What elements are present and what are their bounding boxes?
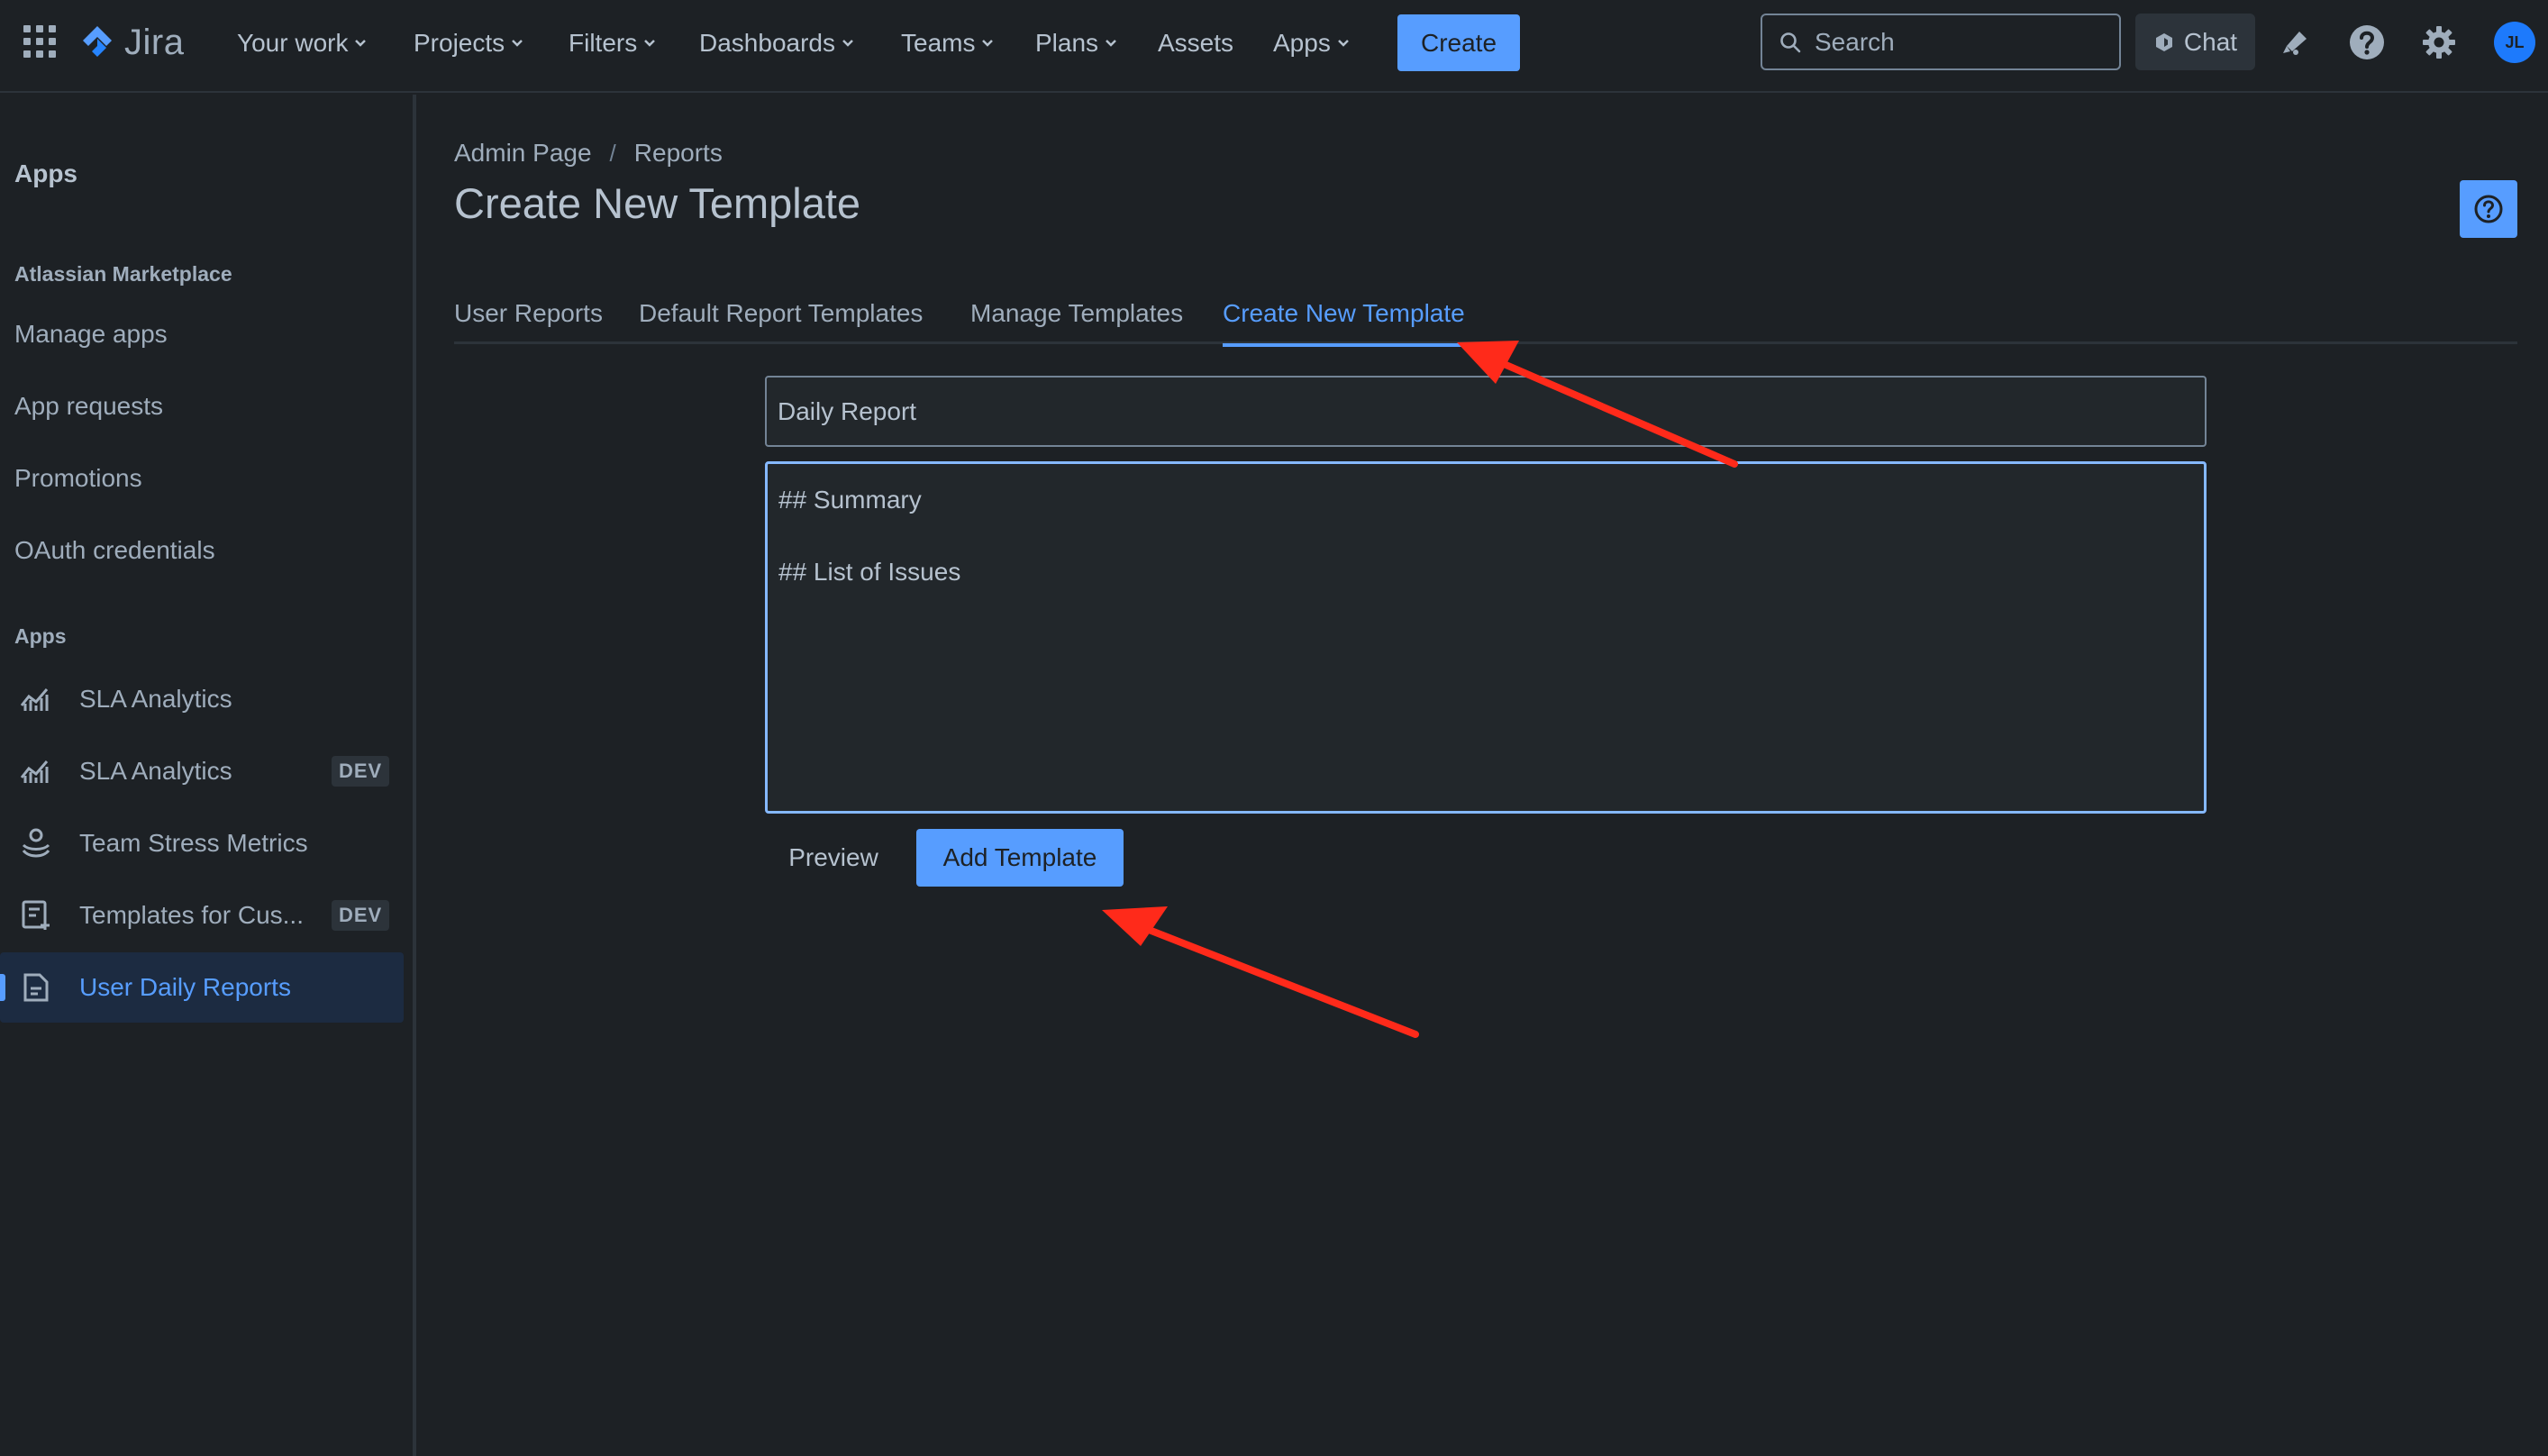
nav-label: Apps [1273, 29, 1331, 57]
settings-icon[interactable] [2420, 23, 2458, 61]
breadcrumb-admin-page[interactable]: Admin Page [454, 139, 592, 168]
sidebar-section-apps: Apps [14, 624, 67, 648]
dev-badge: DEV [332, 756, 390, 787]
chevron-down-icon [355, 40, 367, 47]
nav-label: Teams [901, 29, 976, 57]
breadcrumb-separator: / [609, 139, 616, 167]
sidebar-item-label: SLA Analytics [79, 685, 232, 713]
document-icon [18, 969, 54, 1006]
search-icon [1780, 32, 1801, 52]
breadcrumb-reports[interactable]: Reports [634, 139, 723, 168]
nav-plans[interactable]: Plans [1035, 25, 1118, 61]
megaphone-icon [2283, 32, 2307, 55]
tab-default-report-templates[interactable]: Default Report Templates [639, 299, 923, 344]
jira-logo[interactable]: Jira [79, 20, 184, 65]
sidebar-item-user-daily-reports[interactable]: User Daily Reports [0, 952, 404, 1023]
dev-badge: DEV [332, 900, 390, 931]
sidebar-item-app-requests[interactable]: App requests [14, 392, 163, 421]
help-icon[interactable] [2348, 23, 2386, 61]
nav-label: Projects [414, 29, 505, 57]
chart-line-icon [18, 753, 54, 789]
chart-line-icon [18, 681, 54, 717]
create-button[interactable]: Create [1397, 14, 1520, 71]
sidebar-item-sla-analytics[interactable]: SLA Analytics [0, 664, 404, 734]
template-name-input[interactable] [765, 376, 2207, 447]
add-template-button[interactable]: Add Template [916, 829, 1124, 887]
chat-label: Chat [2183, 27, 2238, 56]
sidebar: Apps Atlassian Marketplace Manage apps A… [0, 95, 416, 1456]
chevron-down-icon [1337, 40, 1349, 47]
sidebar-item-sla-analytics-dev[interactable]: SLA Analytics DEV [0, 736, 404, 806]
sidebar-item-team-stress-metrics[interactable]: Team Stress Metrics [0, 808, 404, 878]
tab-manage-templates[interactable]: Manage Templates [970, 299, 1183, 344]
chevron-down-icon [644, 40, 656, 47]
search-box[interactable] [1761, 14, 2121, 70]
tab-create-new-template[interactable]: Create New Template [1223, 299, 1465, 347]
sidebar-section-marketplace: Atlassian Marketplace [14, 262, 232, 286]
top-navigation-bar: Jira Your work Projects Filters Dashboar… [0, 0, 2548, 93]
nav-label: Dashboards [699, 29, 835, 57]
sidebar-item-label: User Daily Reports [79, 973, 291, 1001]
question-circle-icon [2474, 195, 2503, 223]
chevron-down-icon [982, 40, 994, 47]
nav-teams[interactable]: Teams [901, 25, 995, 61]
sidebar-title: Apps [14, 159, 77, 187]
nav-label: Your work [237, 29, 349, 57]
breadcrumb: Admin Page / Reports [454, 139, 723, 168]
template-body-editor[interactable] [765, 461, 2207, 814]
sidebar-item-label: Templates for Cus... [79, 901, 304, 929]
rovo-chat-icon [2155, 32, 2172, 51]
sidebar-item-label: SLA Analytics [79, 757, 232, 785]
chevron-down-icon [842, 40, 853, 47]
nav-assets[interactable]: Assets [1158, 25, 1233, 61]
nav-projects[interactable]: Projects [414, 25, 524, 61]
jira-logo-icon [83, 26, 112, 57]
app-switcher-icon[interactable] [23, 25, 56, 58]
nav-label: Plans [1035, 29, 1099, 57]
person-meter-icon [18, 825, 54, 861]
sidebar-item-oauth-credentials[interactable]: OAuth credentials [14, 536, 215, 565]
preview-button[interactable]: Preview [765, 829, 902, 887]
nav-dashboards[interactable]: Dashboards [699, 25, 855, 61]
avatar[interactable]: JL [2494, 22, 2535, 63]
nav-apps[interactable]: Apps [1273, 25, 1351, 61]
page-title: Create New Template [454, 179, 861, 227]
arrow-to-add-template [1102, 906, 1419, 1038]
search-input[interactable] [1815, 27, 2103, 57]
logo-text: Jira [124, 22, 185, 62]
sidebar-item-label: Team Stress Metrics [79, 829, 308, 857]
gear-icon [2423, 26, 2455, 59]
question-circle-icon [2350, 25, 2384, 59]
help-button[interactable] [2460, 180, 2517, 238]
tab-user-reports[interactable]: User Reports [454, 299, 603, 344]
notifications-icon[interactable] [2277, 23, 2315, 61]
nav-label: Filters [569, 29, 638, 57]
nav-label: Assets [1158, 29, 1234, 57]
sidebar-item-templates-for-customers[interactable]: Templates for Cus... DEV [0, 880, 404, 951]
chevron-down-icon [512, 40, 523, 47]
chat-button[interactable]: Chat [2135, 14, 2255, 70]
sidebar-item-promotions[interactable]: Promotions [14, 464, 142, 493]
nav-filters[interactable]: Filters [569, 25, 657, 61]
chevron-down-icon [1106, 40, 1116, 47]
sidebar-item-manage-apps[interactable]: Manage apps [14, 320, 168, 349]
template-add-icon [18, 897, 54, 933]
nav-your-work[interactable]: Your work [237, 25, 368, 61]
report-tabs: User Reports Default Report Templates Ma… [454, 299, 2517, 347]
